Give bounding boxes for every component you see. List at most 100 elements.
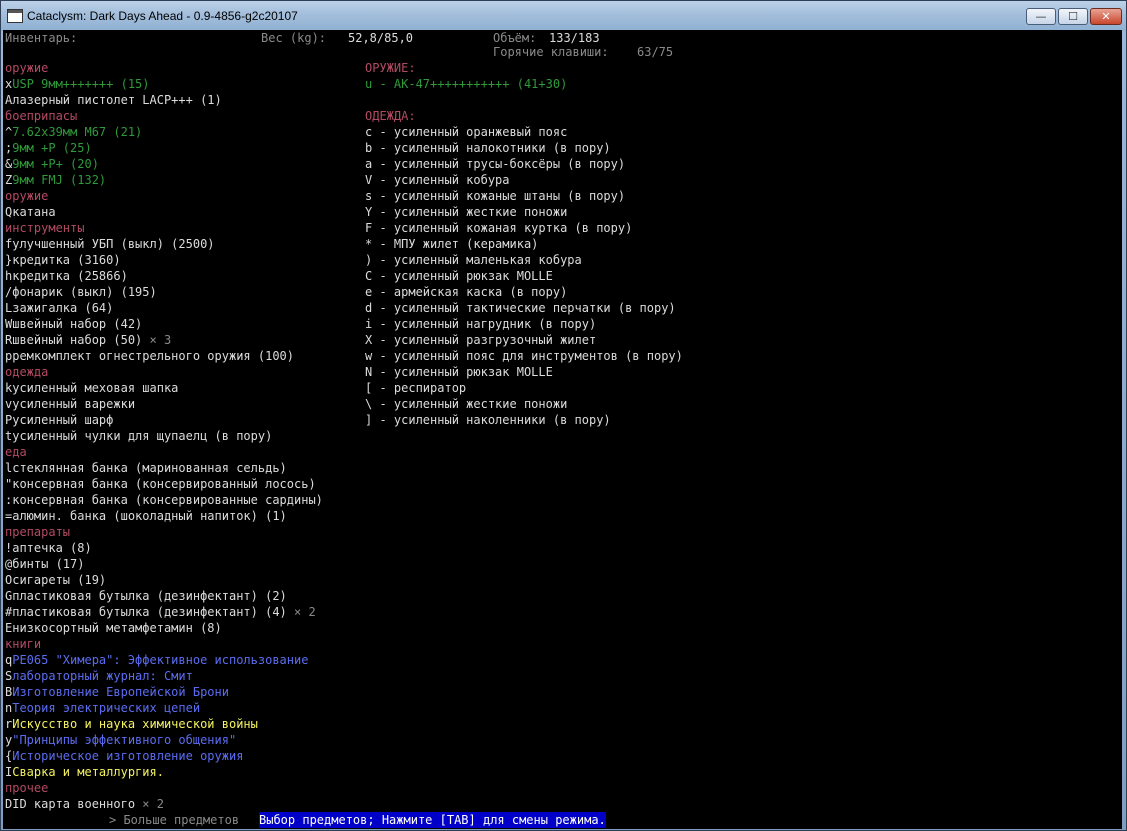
inventory-item[interactable]: Aлазерный пистолет LACP+++ (1)	[5, 92, 222, 108]
worn-item[interactable]: d - усиленный тактические перчатки (в по…	[365, 300, 676, 316]
inventory-item[interactable]: lстеклянная банка (маринованная сельдь)	[5, 460, 287, 476]
inventory-item[interactable]: Pусиленный шарф	[5, 412, 113, 428]
title-bar[interactable]: Cataclysm: Dark Days Ahead - 0.9-4856-g2…	[1, 1, 1126, 31]
worn-item[interactable]: c - усиленный оранжевый пояс	[365, 124, 567, 140]
inventory-item[interactable]: fулучшенный УБП (выкл) (2500)	[5, 236, 215, 252]
worn-category: ОДЕЖДА:	[365, 109, 416, 123]
worn-item[interactable]: * - МПУ жилет (керамика)	[365, 236, 538, 252]
worn-item[interactable]: C - усиленный рюкзак MOLLE	[365, 268, 553, 284]
worn-item[interactable]: w - усиленный пояс для инструментов (в п…	[365, 348, 683, 364]
worn-item[interactable]: V - усиленный кобура	[365, 172, 510, 188]
inventory-item[interactable]: IСварка и металлургия.	[5, 764, 164, 780]
inventory-item[interactable]: }кредитка (3160)	[5, 252, 121, 268]
worn-item[interactable]: e - армейская каска (в пору)	[365, 284, 567, 300]
category-label: оружие	[5, 189, 49, 203]
item-name: стеклянная банка (маринованная сельдь)	[12, 461, 287, 475]
item-name: Сварка и металлургия.	[12, 765, 164, 779]
inventory-item[interactable]: Wшвейный набор (42)	[5, 316, 142, 332]
inventory-item[interactable]: !аптечка (8)	[5, 540, 92, 556]
worn-item[interactable]: s - усиленный кожаные штаны (в пору)	[365, 188, 625, 204]
item-name: низкосортный метамфетамин (8)	[12, 621, 222, 635]
inventory-category: инструменты	[5, 220, 84, 236]
inventory-item[interactable]: "консервная банка (консервированный лосо…	[5, 476, 316, 492]
worn-item[interactable]: ] - усиленный наколенники (в пору)	[365, 412, 611, 428]
inventory-item[interactable]: Qкатана	[5, 204, 56, 220]
inventory-item[interactable]: :консервная банка (консервированные сард…	[5, 492, 323, 508]
inventory-item[interactable]: hкредитка (25866)	[5, 268, 128, 284]
item-name: ID карта военного	[12, 797, 136, 811]
inventory-item[interactable]: BИзготовление Европейской Брони	[5, 684, 229, 700]
inventory-item[interactable]: Z9мм FMJ (132)	[5, 172, 106, 188]
inventory-item[interactable]: Rшвейный набор (50) × 3	[5, 332, 171, 348]
worn-item[interactable]: u - AK-47+++++++++++ (41+30)	[365, 76, 567, 92]
inventory-item[interactable]: #пластиковая бутылка (дезинфектант) (4) …	[5, 604, 316, 620]
item-name: сигареты (19)	[12, 573, 107, 587]
item-name: катана	[12, 205, 56, 219]
inventory-item[interactable]: DID карта военного × 2	[5, 796, 164, 812]
inventory-item[interactable]: Lзажигалка (64)	[5, 300, 113, 316]
category-label: препараты	[5, 525, 71, 539]
worn-item[interactable]: b - усиленный налокотники (в пору)	[365, 140, 611, 156]
inventory-item[interactable]: Oсигареты (19)	[5, 572, 106, 588]
worn-item[interactable]: [ - респиратор	[365, 380, 466, 396]
maximize-button[interactable]: ☐	[1058, 8, 1088, 25]
inventory-item[interactable]: Sлабораторный журнал: Смит	[5, 668, 193, 684]
mode-hint: Выбор предметов; Нажмите [TAB] для смены…	[259, 812, 606, 828]
item-name: пластиковая бутылка (дезинфектант) (2)	[12, 589, 287, 603]
worn-item[interactable]: X - усиленный разгрузочный жилет	[365, 332, 596, 348]
hotkeys-value: 63/75	[637, 45, 674, 59]
item-name: ремкомплект огнестрельного оружия (100)	[12, 349, 294, 363]
inventory-item[interactable]: Gпластиковая бутылка (дезинфектант) (2)	[5, 588, 287, 604]
worn-item[interactable]: ) - усиленный маленькая кобура	[365, 252, 582, 268]
inventory-item[interactable]: nТеория электрических цепей	[5, 700, 200, 716]
category-label: инструменты	[5, 221, 85, 235]
item-name: Искусство и наука химической войны	[12, 717, 258, 731]
weight-label: Вес (kg):	[261, 31, 327, 45]
close-button[interactable]: ✕	[1090, 8, 1122, 25]
item-name: усиленный варежки	[12, 397, 136, 411]
terminal-area[interactable]: Инвентарь: Вес (kg): 52,8/85,0 Объём: 13…	[3, 30, 1122, 829]
worn-item[interactable]: Y - усиленный жесткие поножи	[365, 204, 567, 220]
inventory-category: оружие	[5, 60, 48, 76]
worn-item[interactable]: \ - усиленный жесткие поножи	[365, 396, 567, 412]
item-name: кредитка (25866)	[12, 269, 128, 283]
inventory-item[interactable]: kусиленный меховая шапка	[5, 380, 178, 396]
inventory-item[interactable]: vусиленный варежки	[5, 396, 135, 412]
game-window: Cataclysm: Dark Days Ahead - 0.9-4856-g2…	[0, 0, 1127, 831]
minimize-button[interactable]: —	[1026, 8, 1056, 25]
item-name: лабораторный журнал: Смит	[12, 669, 193, 683]
worn-item[interactable]: F - усиленный кожаная куртка (в пору)	[365, 220, 632, 236]
item-name: усиленный шарф	[12, 413, 114, 427]
inventory-item[interactable]: {Историческое изготовление оружия	[5, 748, 243, 764]
item-name: лазерный пистолет LACP+++ (1)	[12, 93, 222, 107]
inventory-item[interactable]: xUSP 9мм+++++++ (15)	[5, 76, 150, 92]
item-name: USP 9мм+++++++ (15)	[12, 77, 150, 91]
worn-item[interactable]: i - усиленный нагрудник (в пору)	[365, 316, 596, 332]
worn-item[interactable]: a - усиленный трусы-боксёры (в пору)	[365, 156, 625, 172]
item-name: 9мм FMJ (132)	[12, 173, 107, 187]
item-name: консервная банка (консервированные сарди…	[12, 493, 323, 507]
inventory-category: книги	[5, 636, 41, 652]
category-label: книги	[5, 637, 42, 651]
inventory-item[interactable]: ;9мм +P (25)	[5, 140, 92, 156]
inventory-item[interactable]: tусиленный чулки для щупаелц (в пору)	[5, 428, 272, 444]
inventory-label: Инвентарь:	[5, 31, 78, 45]
item-name: 9мм +P (25)	[12, 141, 92, 155]
inventory-item[interactable]: pремкомплект огнестрельного оружия (100)	[5, 348, 294, 364]
inventory-item[interactable]: qPE065 "Химера": Эффективное использован…	[5, 652, 308, 668]
worn-item[interactable]: N - усиленный рюкзак MOLLE	[365, 364, 553, 380]
inventory-item[interactable]: &9мм +P+ (20)	[5, 156, 99, 172]
item-name: алюмин. банка (шоколадный напиток) (1)	[12, 509, 287, 523]
category-label: оружие	[5, 61, 49, 75]
item-name: 7.62x39мм M67 (21)	[12, 125, 143, 139]
inventory-item[interactable]: @бинты (17)	[5, 556, 84, 572]
inventory-category: оружие	[5, 188, 48, 204]
more-items-indicator[interactable]: > Больше предметов	[109, 812, 239, 828]
inventory-item[interactable]: rИскусство и наука химической войны	[5, 716, 258, 732]
item-name: Теория электрических цепей	[12, 701, 201, 715]
inventory-item[interactable]: ^7.62x39мм M67 (21)	[5, 124, 142, 140]
inventory-item[interactable]: y"Принципы эффективного общения"	[5, 732, 236, 748]
inventory-item[interactable]: /фонарик (выкл) (195)	[5, 284, 157, 300]
inventory-item[interactable]: Eнизкосортный метамфетамин (8)	[5, 620, 222, 636]
inventory-item[interactable]: =алюмин. банка (шоколадный напиток) (1)	[5, 508, 287, 524]
